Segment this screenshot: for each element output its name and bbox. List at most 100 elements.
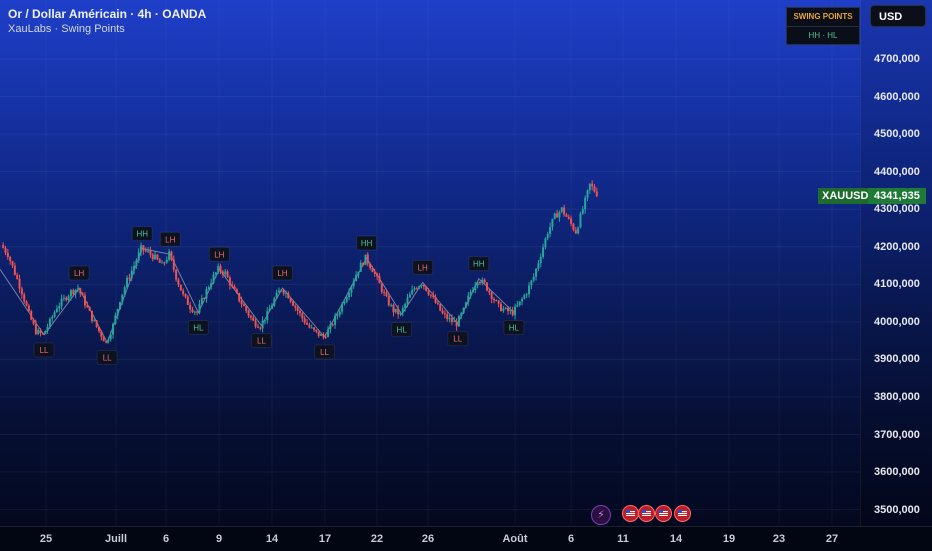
candle-body (228, 277, 231, 286)
price-tick-label: 4500,000 (874, 128, 920, 141)
price-axis[interactable] (860, 0, 932, 526)
candle-body (366, 254, 369, 264)
candle-body (203, 298, 206, 300)
candle-body (282, 289, 285, 294)
candle-body (20, 288, 23, 295)
candle-body (336, 314, 339, 316)
candle-body (34, 323, 37, 335)
candle-body (58, 305, 61, 309)
candle-body (273, 298, 276, 306)
price-tick-label: 4300,000 (874, 203, 920, 216)
legend-row: HH · HL (808, 31, 838, 40)
swing-label-lh: LH (271, 265, 293, 281)
candle-body (434, 297, 437, 304)
swing-label-text: LH (74, 269, 84, 278)
us-flag-icon[interactable] (622, 505, 639, 522)
candle-body (27, 305, 30, 312)
candle-body (471, 290, 474, 293)
us-flag-icon[interactable] (638, 505, 655, 522)
time-axis[interactable] (0, 526, 932, 551)
candle-body (144, 250, 147, 252)
candle-body (387, 296, 390, 306)
us-flag-icon[interactable] (655, 505, 672, 522)
candle-body (249, 315, 252, 318)
candle-body (383, 291, 386, 293)
candle-body (18, 278, 21, 289)
us-flag-icon[interactable] (674, 505, 691, 522)
last-price-tag: 4341,935 (868, 188, 926, 204)
candle-body (373, 272, 376, 274)
indicator-title[interactable]: XauLabs · Swing Points (8, 23, 125, 35)
swing-label-text: HL (509, 323, 520, 332)
candle-body (551, 218, 554, 227)
candle-body (327, 329, 330, 338)
candle-body (439, 304, 442, 311)
price-chart[interactable]: LL LH LL HH LH HL LH LL LH LL HH HL LH LL HH HL (0, 0, 860, 526)
currency-button[interactable]: USD (870, 5, 926, 27)
time-tick-label: 19 (722, 533, 736, 545)
candle-body (348, 292, 351, 298)
candle-body (128, 277, 131, 279)
candle-body (51, 316, 54, 319)
price-tick-label: 4200,000 (874, 240, 920, 253)
candle-body (126, 277, 129, 288)
candle-body (572, 223, 575, 230)
candle-body (172, 259, 175, 270)
lightning-icon[interactable]: ⚡ (591, 505, 611, 525)
candle-body (140, 245, 143, 253)
candle-body (577, 227, 580, 234)
candle-body (507, 307, 510, 312)
candle-body (46, 326, 49, 331)
candle-body (467, 295, 470, 303)
candle-body (457, 316, 460, 327)
swing-label-text: LH (277, 269, 287, 278)
candle-body (448, 318, 451, 320)
candle-body (418, 286, 421, 289)
candle-body (492, 298, 495, 301)
candle-body (485, 282, 488, 291)
candle-body (352, 281, 355, 287)
candle-body (196, 311, 199, 313)
candle-body (429, 294, 432, 296)
candle-body (581, 209, 584, 214)
candle-body (182, 290, 185, 294)
candle-body (259, 327, 262, 329)
time-tick-label: 6 (162, 533, 170, 545)
candle-body (427, 290, 430, 295)
candle-body (191, 309, 194, 312)
swing-points-legend[interactable]: SWING POINTS HH · HL (786, 7, 860, 45)
swing-label-hh: HH (356, 235, 378, 251)
candle-body (142, 245, 145, 251)
candle-body (462, 307, 465, 314)
candle-body (443, 313, 446, 315)
candle-body (109, 334, 112, 340)
candle-body (86, 305, 89, 307)
candle-body (425, 286, 428, 291)
swing-label-text: LL (320, 348, 329, 357)
candle-body (476, 282, 479, 286)
candle-body (504, 307, 507, 309)
chart-title: Or / Dollar Américain · 4h · OANDA (8, 7, 207, 21)
candle-body (123, 287, 126, 295)
candle-body (226, 271, 229, 278)
candle-body (193, 311, 196, 313)
candle-body (105, 341, 108, 343)
time-tick-label: 22 (370, 533, 384, 545)
time-tick-label: 17 (318, 533, 332, 545)
candle-body (560, 207, 563, 212)
candle-body (119, 302, 122, 310)
candle-body (266, 310, 269, 321)
candle-body (184, 293, 187, 297)
candle-body (287, 292, 290, 299)
candle-body (268, 308, 271, 311)
price-tick-label: 3900,000 (874, 353, 920, 366)
candle-body (9, 257, 12, 262)
candle-body (4, 248, 7, 253)
candle-body (179, 284, 182, 291)
candle-body (107, 339, 110, 342)
candle-body (72, 290, 75, 294)
candle-body (158, 259, 161, 263)
swing-label-hh: HH (131, 226, 153, 242)
candle-body (390, 304, 393, 306)
candle-body (591, 183, 594, 187)
